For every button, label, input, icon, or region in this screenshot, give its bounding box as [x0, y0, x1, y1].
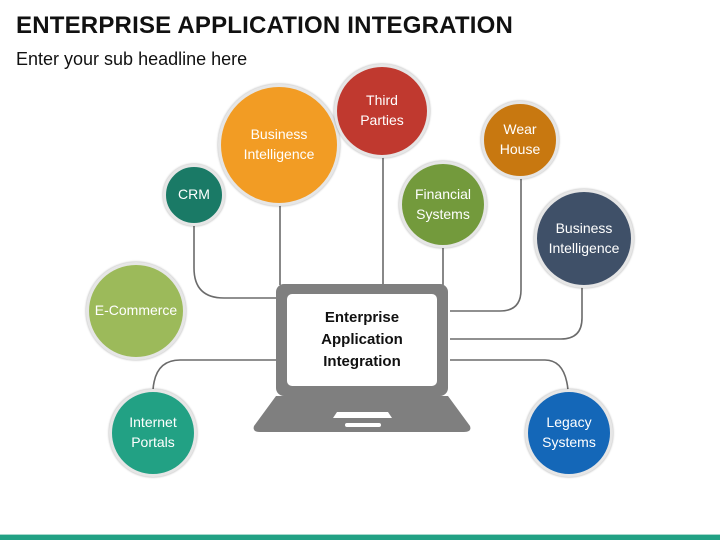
node-crm[interactable]: CRM: [163, 164, 225, 226]
node-label: E-Commerce: [94, 302, 178, 319]
connector-business-intelligence-navy: [450, 286, 583, 340]
node-business-intelligence-navy[interactable]: Business Intelligence: [534, 189, 634, 288]
node-wear-house[interactable]: Wear House: [481, 101, 559, 179]
node-label: Financial Systems: [414, 185, 472, 222]
connector-legacy-systems: [450, 359, 569, 391]
node-label: Wear House: [499, 121, 541, 157]
node-business-intelligence-orange[interactable]: Business Intelligence: [218, 84, 340, 206]
node-label: Third Parties: [360, 92, 404, 128]
node-label: CRM: [178, 186, 210, 203]
connector-crm: [193, 226, 278, 299]
node-label: Business Intelligence: [548, 219, 620, 256]
node-label: Internet Portals: [129, 414, 177, 450]
center-label: Enterprise Application Integration: [321, 309, 403, 370]
connector-internet-portals: [152, 359, 278, 391]
footer-bar: [0, 535, 720, 540]
node-label: Legacy Systems: [542, 414, 596, 450]
node-financial-systems[interactable]: Financial Systems: [399, 161, 487, 248]
node-internet-portals[interactable]: Internet Portals: [109, 389, 197, 477]
node-label: Business Intelligence: [243, 126, 315, 162]
node-e-commerce[interactable]: E-Commerce: [86, 262, 186, 360]
node-third-parties[interactable]: Third Parties: [334, 64, 430, 158]
node-legacy-systems[interactable]: Legacy Systems: [525, 389, 613, 477]
